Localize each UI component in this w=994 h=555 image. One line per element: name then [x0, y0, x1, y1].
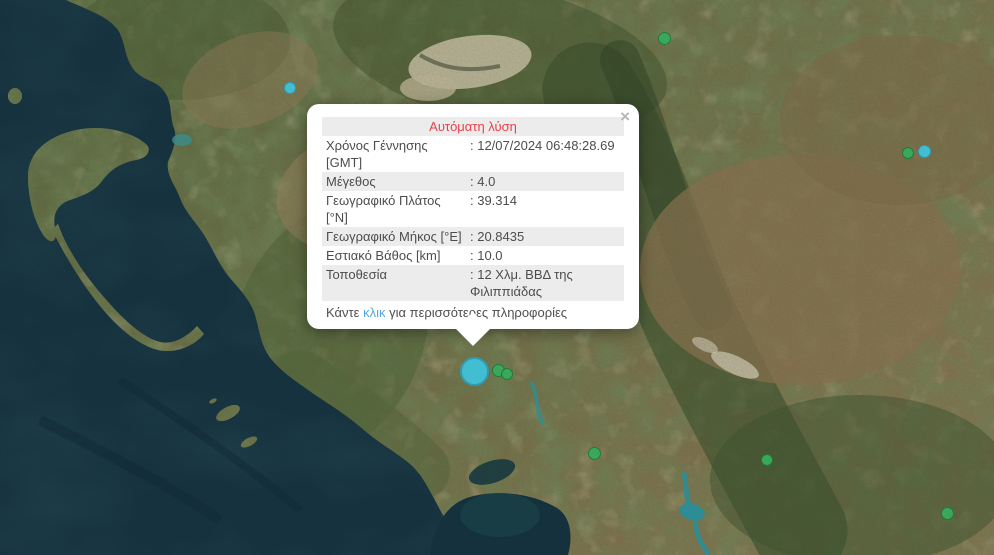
earthquake-marker[interactable] [657, 31, 671, 45]
row-value: : 12 Χλμ. ΒΒΔ της Φιλιππιάδας [470, 267, 573, 299]
map-viewport: × Αυτόματη λύση Χρόνος Γέννησης [GMT] : … [0, 0, 994, 555]
row-label: Χρόνος Γέννησης [GMT] [326, 138, 428, 170]
popup-title: Αυτόματη λύση [322, 117, 624, 136]
popup-row-longitude: Γεωγραφικό Μήκος [°E] : 20.8435 [322, 227, 624, 246]
earthquake-marker[interactable] [761, 454, 773, 466]
earthquake-marker[interactable] [284, 82, 296, 94]
row-label: Γεωγραφικό Πλάτος [°N] [326, 193, 441, 225]
row-label: Γεωγραφικό Μήκος [°E] [326, 229, 462, 244]
earthquake-marker[interactable] [501, 368, 513, 380]
row-value: : 39.314 [470, 193, 517, 208]
more-info-link[interactable]: κλικ [363, 305, 385, 320]
popup-row-location: Τοποθεσία : 12 Χλμ. ΒΒΔ της Φιλιππιάδας [322, 265, 624, 301]
row-label: Μέγεθος [326, 174, 376, 189]
row-label: Τοποθεσία [326, 267, 388, 282]
popup-row-depth: Εστιακό Βάθος [km] : 10.0 [322, 246, 624, 265]
row-value: : 10.0 [470, 248, 503, 263]
footer-text-prefix: Κάντε [326, 305, 364, 320]
earthquake-marker[interactable] [940, 506, 954, 520]
earthquake-marker[interactable] [902, 147, 914, 159]
earthquake-marker[interactable] [917, 144, 931, 158]
popup-row-origin-time: Χρόνος Γέννησης [GMT] : 12/07/2024 06:48… [322, 136, 624, 172]
earthquake-marker[interactable] [587, 446, 601, 460]
selected-earthquake-marker[interactable] [459, 356, 489, 386]
popup-close-button[interactable]: × [620, 108, 630, 125]
row-value: : 12/07/2024 06:48:28.69 [470, 138, 615, 153]
earthquake-popup: × Αυτόματη λύση Χρόνος Γέννησης [GMT] : … [307, 104, 639, 346]
popup-row-latitude: Γεωγραφικό Πλάτος [°N] : 39.314 [322, 191, 624, 227]
row-value: : 4.0 [470, 174, 496, 189]
row-label: Εστιακό Βάθος [km] [326, 248, 441, 263]
row-value: : 20.8435 [470, 229, 525, 244]
popup-row-magnitude: Μέγεθος : 4.0 [322, 172, 624, 191]
